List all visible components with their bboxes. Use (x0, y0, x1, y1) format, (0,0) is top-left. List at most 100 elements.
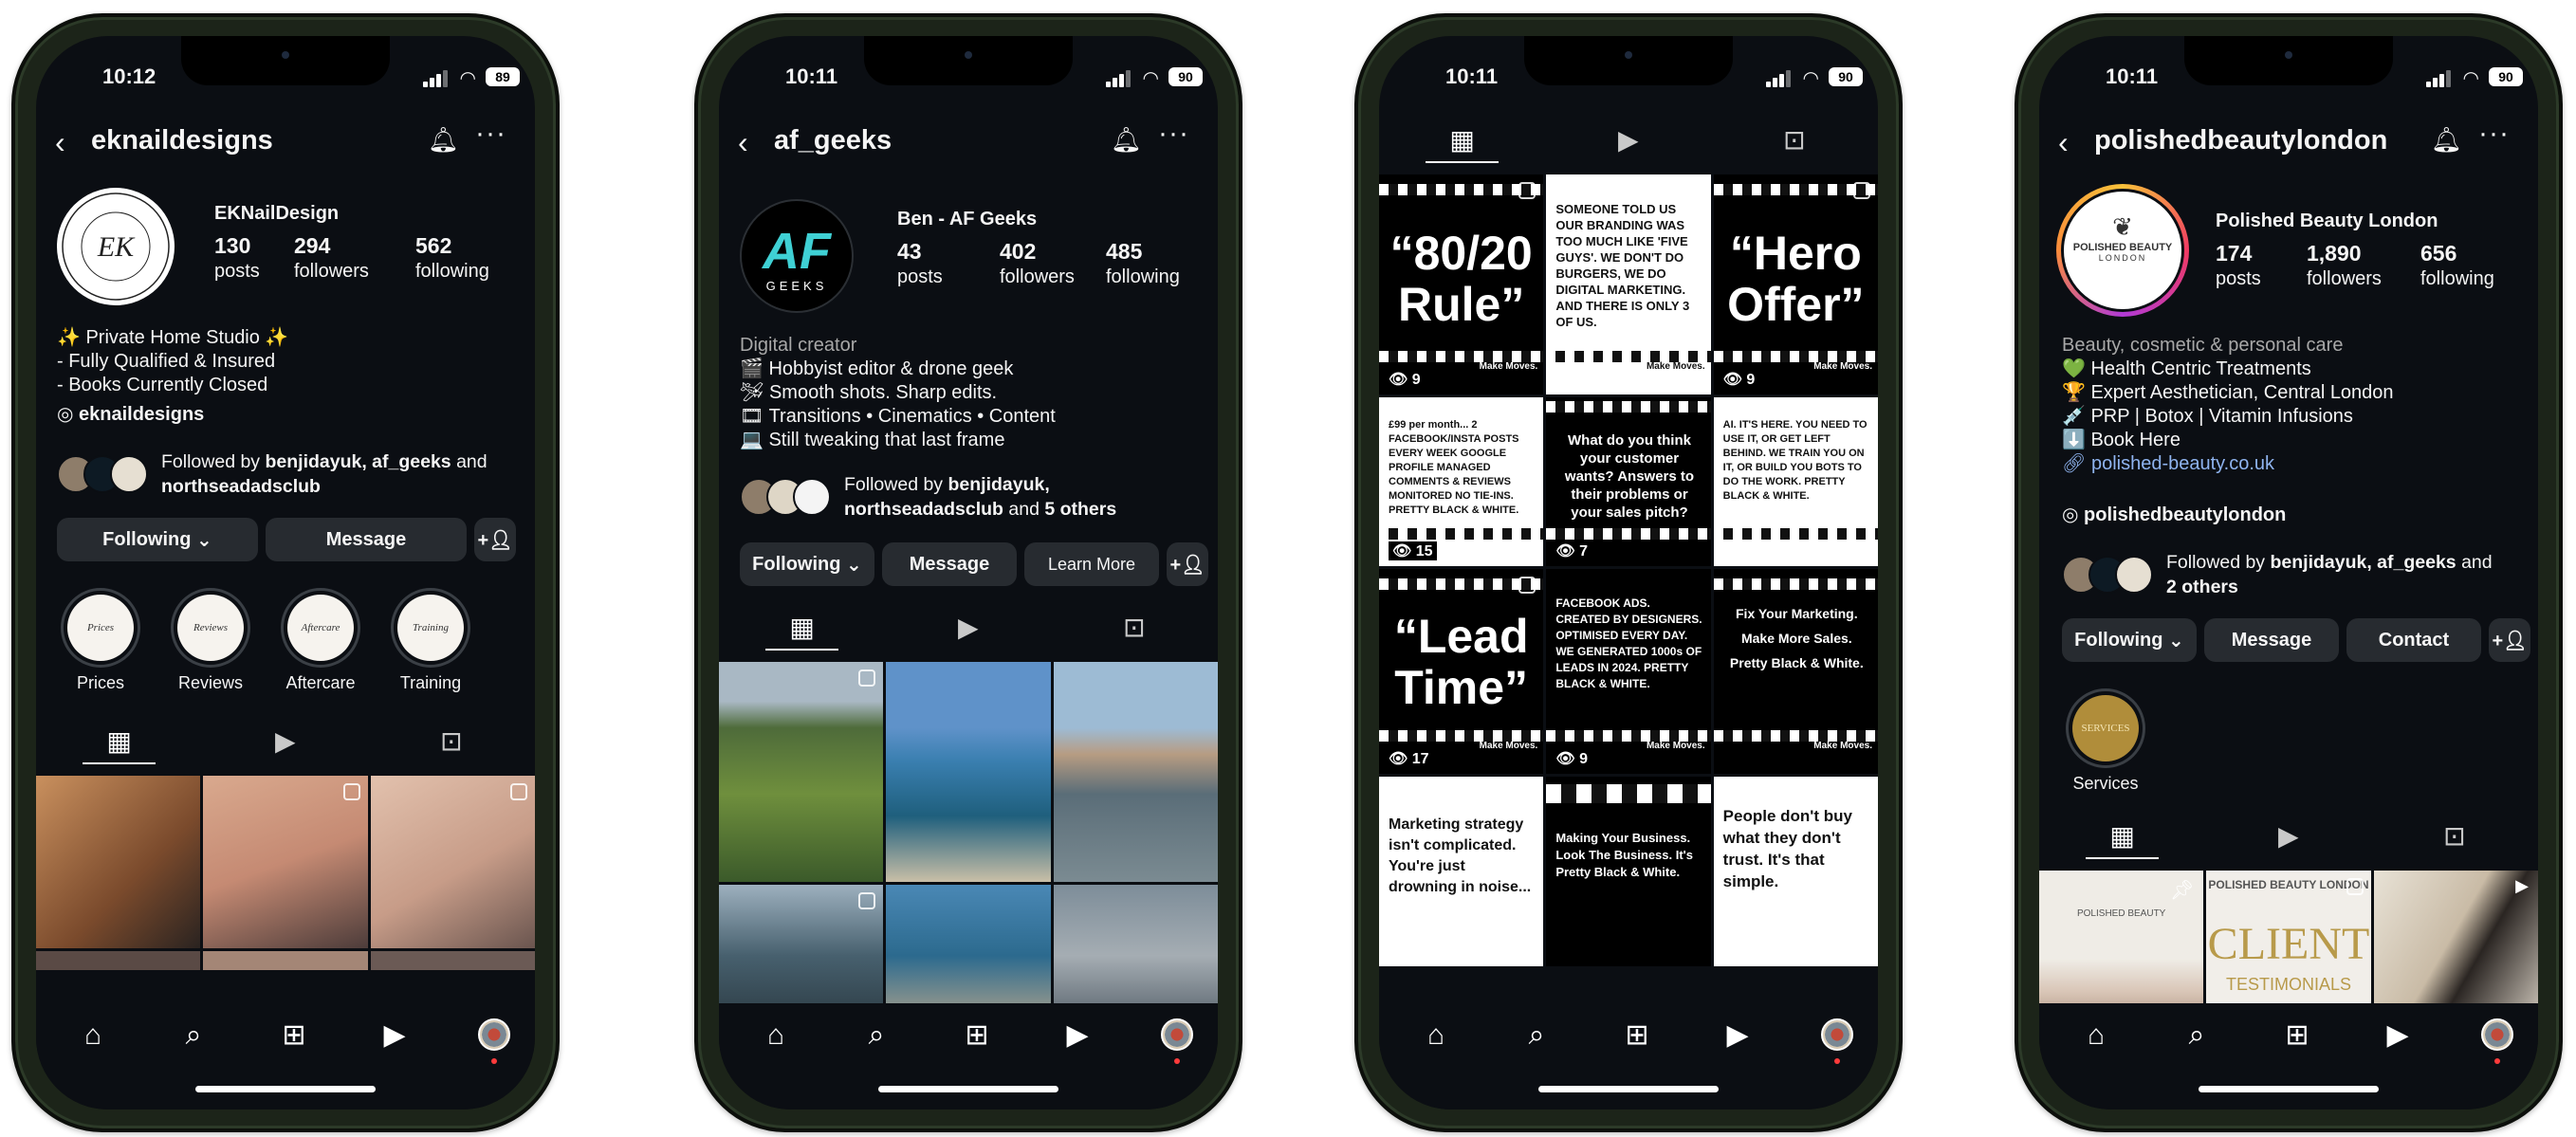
back-icon[interactable]: ‹ (2058, 125, 2069, 159)
home-icon[interactable]: ⌂ (2077, 1017, 2115, 1054)
website-link[interactable]: 🔗︎ polished-beauty.co.uk (2062, 452, 2394, 476)
display-name: Polished Beauty London (2216, 211, 2438, 231)
home-icon[interactable]: ⌂ (1417, 1017, 1455, 1054)
post-tile[interactable]: “Lead Time” 👁︎ 17 Make Moves. (1379, 569, 1544, 774)
bell-icon[interactable]: 🔔︎ (2431, 125, 2462, 155)
tab-grid[interactable]: ▦ (36, 717, 202, 764)
avatar-story-ring[interactable]: ❦ POLISHED BEAUTY LONDON (2056, 184, 2189, 317)
more-icon[interactable]: ··· (2478, 118, 2510, 150)
post-tile[interactable]: What do you think your customer wants? A… (1546, 397, 1711, 566)
post-tile[interactable] (203, 776, 368, 948)
threads-link[interactable]: ◎ polishedbeautylondon (2062, 503, 2286, 526)
profile-avatar-icon[interactable] (478, 1018, 510, 1051)
profile-avatar-icon[interactable] (1821, 1018, 1853, 1051)
contact-button[interactable]: Contact (2346, 618, 2481, 662)
tab-tagged[interactable]: ⊡ (1051, 603, 1217, 651)
followed-by[interactable]: Followed by benjidayuk, af_geeks and 2 o… (2166, 550, 2527, 599)
reels-nav-icon[interactable]: ▶︎ (1719, 1017, 1757, 1054)
post-tile[interactable]: Fix Your Marketing. Make More Sales. Pre… (1713, 569, 1878, 774)
post-tile[interactable]: Making Your Business. Look The Business.… (1546, 777, 1711, 966)
reels-nav-icon[interactable]: ▶︎ (1058, 1017, 1096, 1054)
followers-count[interactable]: 294 followers (294, 233, 369, 283)
following-button[interactable]: Following ⌄ (2062, 618, 2197, 662)
post-tile[interactable] (1053, 662, 1218, 882)
post-tile[interactable] (203, 951, 368, 970)
posts-count[interactable]: 43 posts (897, 239, 943, 288)
post-tile[interactable] (719, 662, 884, 882)
tab-reels[interactable]: ▶︎ (885, 603, 1051, 651)
tab-grid[interactable]: ▦ (719, 603, 885, 651)
post-tile[interactable]: SOMEONE TOLD US OUR BRANDING WAS TOO MUC… (1546, 174, 1711, 394)
posts-count[interactable]: 130 posts (214, 233, 260, 283)
reels-nav-icon[interactable]: ▶︎ (376, 1017, 414, 1054)
post-tile[interactable] (36, 951, 201, 970)
search-icon[interactable]: ⌕ (857, 1017, 895, 1054)
bell-icon[interactable]: 🔔︎ (1111, 125, 1142, 155)
post-tile[interactable]: AI. IT'S HERE. YOU NEED TO USE IT, OR GE… (1713, 397, 1878, 566)
following-count[interactable]: 656 following (2420, 241, 2494, 290)
followed-by[interactable]: Followed by benjidayuk, af_geeks and nor… (161, 449, 522, 499)
profile-avatar-icon[interactable] (2481, 1018, 2513, 1051)
home-icon[interactable]: ⌂ (74, 1017, 112, 1054)
add-user-button[interactable]: +👤︎ (1167, 542, 1208, 586)
back-icon[interactable]: ‹ (55, 125, 65, 159)
add-user-button[interactable]: +👤︎ (474, 518, 516, 561)
more-icon[interactable]: ··· (1158, 118, 1189, 150)
post-tile[interactable] (886, 662, 1051, 882)
post-tile[interactable]: “Hero Offer” 👁︎ 9 Make Moves. (1713, 174, 1878, 394)
tab-grid[interactable]: ▦ (2039, 812, 2205, 859)
home-icon[interactable]: ⌂ (757, 1017, 795, 1054)
search-icon[interactable]: ⌕ (175, 1017, 212, 1054)
tab-tagged[interactable]: ⊡ (368, 717, 534, 764)
message-button[interactable]: Message (882, 542, 1017, 586)
followed-by[interactable]: Followed by benjidayuk, northseadadsclub… (844, 472, 1214, 522)
reels-nav-icon[interactable]: ▶︎ (2379, 1017, 2417, 1054)
search-icon[interactable]: ⌕ (2178, 1017, 2216, 1054)
post-tile[interactable]: £99 per month... 2 FACEBOOK/INSTA POSTS … (1379, 397, 1544, 566)
followers-count[interactable]: 402 followers (1000, 239, 1075, 288)
search-icon[interactable]: ⌕ (1518, 1017, 1555, 1054)
followers-count[interactable]: 1,890 followers (2307, 241, 2382, 290)
message-button[interactable]: Message (2204, 618, 2339, 662)
highlight-prices[interactable]: Prices Prices (57, 588, 144, 693)
avatar[interactable]: EK (57, 188, 175, 305)
tab-reels[interactable]: ▶︎ (2205, 812, 2371, 859)
tab-reels[interactable]: ▶︎ (1545, 116, 1711, 163)
back-icon[interactable]: ‹ (738, 125, 748, 159)
avatar[interactable]: AF GEEKS (740, 199, 854, 313)
create-icon[interactable]: ⊞ (275, 1017, 313, 1054)
post-tile[interactable]: FACEBOOK ADS. CREATED BY DESIGNERS. OPTI… (1546, 569, 1711, 774)
bell-icon[interactable]: 🔔︎ (428, 125, 459, 155)
post-tile[interactable]: Marketing strategy isn't complicated. Yo… (1379, 777, 1544, 966)
post-tile[interactable] (36, 776, 201, 948)
learn-more-button[interactable]: Learn More (1024, 542, 1159, 586)
following-count[interactable]: 562 following (415, 233, 489, 283)
profile-tabs: ▦ ▶︎ ⊡ (1379, 116, 1878, 163)
highlight-training[interactable]: Training Training (387, 588, 474, 693)
posts-count[interactable]: 174 posts (2216, 241, 2261, 290)
message-button[interactable]: Message (266, 518, 467, 561)
highlight-services[interactable]: SERVICES Services (2062, 688, 2149, 794)
post-tile[interactable] (370, 776, 535, 948)
highlight-aftercare[interactable]: Aftercare Aftercare (277, 588, 364, 693)
tab-tagged[interactable]: ⊡ (2371, 812, 2537, 859)
profile-header: ‹ polishedbeautylondon 🔔︎ ··· (2039, 118, 2538, 165)
create-icon[interactable]: ⊞ (2278, 1017, 2316, 1054)
home-indicator (195, 1086, 376, 1092)
post-tile[interactable] (370, 951, 535, 970)
add-user-button[interactable]: +👤︎ (2489, 618, 2530, 662)
following-button[interactable]: Following ⌄ (740, 542, 874, 586)
post-tile[interactable]: “80/20 Rule” 👁︎ 9 Make Moves. (1379, 174, 1544, 394)
following-count[interactable]: 485 following (1106, 239, 1180, 288)
following-button[interactable]: Following ⌄ (57, 518, 258, 561)
tab-grid[interactable]: ▦ (1379, 116, 1545, 163)
tab-tagged[interactable]: ⊡ (1711, 116, 1877, 163)
tab-reels[interactable]: ▶︎ (202, 717, 368, 764)
profile-avatar-icon[interactable] (1161, 1018, 1193, 1051)
post-tile[interactable]: People don't buy what they don't trust. … (1713, 777, 1878, 966)
create-icon[interactable]: ⊞ (1618, 1017, 1656, 1054)
threads-link[interactable]: ◎ eknaildesigns (57, 402, 204, 426)
create-icon[interactable]: ⊞ (958, 1017, 996, 1054)
highlight-reviews[interactable]: Reviews Reviews (167, 588, 254, 693)
more-icon[interactable]: ··· (475, 118, 506, 150)
